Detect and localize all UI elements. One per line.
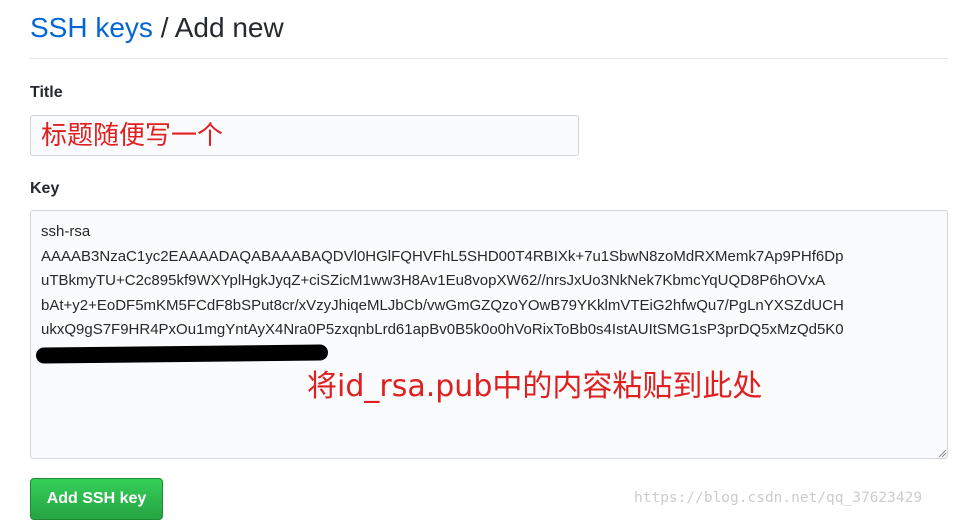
add-ssh-key-button[interactable]: Add SSH key [30,478,163,520]
key-line: ukxQ9gS7F9HR4PxOu1mgYntAyX4Nra0P5zxqnbLr… [41,321,844,338]
key-textarea[interactable]: ssh-rsa AAAAB3NzaC1yc2EAAAADAQABAAABAQDV… [30,210,948,459]
key-line: bAt+y2+EoDF5mKM5FCdF8bSPut8cr/xVzyJhiqeM… [41,296,844,314]
redaction-mark [35,344,329,364]
page: SSH keys / Add new Title Key ssh-rsa AAA… [0,0,976,522]
key-annotation: 将id_rsa.pub中的内容粘贴到此处 [307,369,763,404]
key-line: ssh-rsa [41,223,91,240]
resize-grip-icon[interactable] [937,448,947,458]
key-line: AAAAB3NzaC1yc2EAAAADAQABAAABAQDVl0HGlFQH… [41,247,844,265]
key-label: Key [30,180,60,197]
breadcrumb-separator: / [152,12,175,43]
watermark: https://blog.csdn.net/qq_37623429 [634,490,923,506]
title-input[interactable] [30,115,579,156]
breadcrumb-current: Add new [174,12,284,43]
breadcrumb: SSH keys / Add new [30,8,948,48]
breadcrumb-ssh-keys-link[interactable]: SSH keys [30,12,153,43]
title-label: Title [30,84,63,101]
key-line: uTBkmyTU+C2c895kf9WXYplHgkJyqZ+ciSZicM1w… [41,272,826,289]
page-header: SSH keys / Add new [30,8,948,59]
